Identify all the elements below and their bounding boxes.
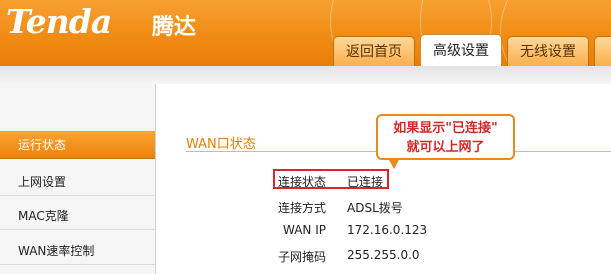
row-label-connection-type: 连接方式 [277, 201, 326, 215]
row-value-wan-ip: 172.16.0.123 [347, 223, 428, 237]
row-label-wan-ip: WAN IP [283, 223, 326, 237]
row-label-subnet-mask: 子网掩码 [277, 250, 326, 264]
header-bar: Tenda 腾达 返回首页 高级设置 无线设置 [0, 0, 611, 66]
sidebar-item-mac-clone[interactable]: MAC克隆 [0, 202, 155, 230]
callout-line-2: 就可以上网了 [406, 140, 485, 155]
sidebar-item-internet-settings[interactable]: 上网设置 [0, 168, 155, 196]
tab-advanced-settings[interactable]: 高级设置 [420, 34, 502, 66]
section-title: WAN口状态 [186, 137, 256, 152]
callout-pointer [388, 158, 400, 169]
sidebar-item-wan-rate-control[interactable]: WAN速率控制 [0, 237, 155, 265]
sidebar-item-status[interactable]: 运行状态 [0, 131, 155, 159]
row-value-subnet-mask: 255.255.0.0 [347, 248, 420, 262]
highlight-box [273, 169, 389, 189]
brand-logo: Tenda [6, 2, 112, 41]
callout-line-1: 如果显示"已连接" [393, 121, 498, 136]
sub-header-strip [0, 66, 611, 84]
tab-home[interactable]: 返回首页 [333, 36, 415, 66]
tab-wireless-settings[interactable]: 无线设置 [507, 36, 589, 66]
callout-bubble: 如果显示"已连接" 就可以上网了 [376, 114, 515, 160]
tab-overflow[interactable] [594, 36, 611, 66]
brand-logo-cn: 腾达 [152, 15, 197, 40]
sidebar: 运行状态 上网设置 MAC克隆 WAN速率控制 [0, 84, 156, 274]
row-value-connection-type: ADSL拨号 [347, 201, 403, 215]
